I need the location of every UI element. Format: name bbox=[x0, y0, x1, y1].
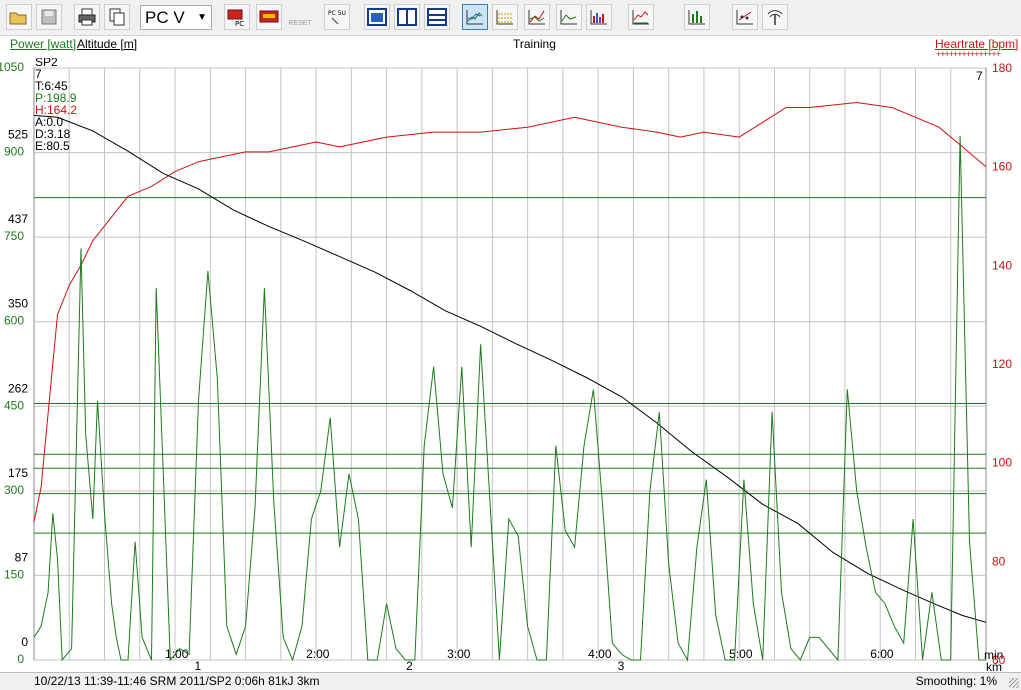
altitude-tick-label: 437 bbox=[8, 212, 28, 226]
stacked-lines-icon bbox=[496, 10, 513, 25]
heartrate-top-label: 7 bbox=[976, 69, 983, 83]
km-tick-label: 3 bbox=[618, 659, 625, 672]
download-pc-icon: PC bbox=[227, 9, 244, 27]
altitude-tick-label: 87 bbox=[15, 550, 29, 564]
pc5-button[interactable]: PC 5U bbox=[324, 4, 350, 30]
altitude-tick-label: 0 bbox=[21, 635, 28, 649]
power-axis-label[interactable]: Power [watt] bbox=[10, 37, 76, 51]
heartrate-tick-label: 140 bbox=[992, 258, 1012, 272]
window-split-horizontal-icon bbox=[427, 8, 447, 26]
multi-line-chart-icon bbox=[528, 10, 545, 25]
zone-chart-icon bbox=[632, 10, 649, 25]
reset-label: RESET bbox=[288, 19, 312, 27]
time-tick-label: 5:00 bbox=[729, 647, 753, 661]
heartrate-tick-label: 100 bbox=[992, 456, 1012, 470]
single-line-chart-icon bbox=[560, 10, 577, 25]
copy-pages-icon bbox=[109, 8, 125, 26]
power-tick-label: 900 bbox=[4, 145, 24, 159]
km-tick-label: 1 bbox=[195, 659, 202, 672]
power-tick-label: 750 bbox=[4, 229, 24, 243]
svg-text:PC 5U: PC 5U bbox=[328, 10, 346, 17]
distance-axis-unit: km bbox=[986, 660, 1002, 672]
open-folder-button[interactable] bbox=[6, 4, 32, 30]
status-summary: 10/22/13 11:39-11:46 SRM 2011/SP2 0:06h … bbox=[34, 674, 320, 688]
plot-area bbox=[33, 67, 987, 661]
bar-chart-icon bbox=[688, 10, 705, 25]
heartrate-tick-label: 180 bbox=[992, 61, 1012, 75]
device-select-value: PC V bbox=[145, 8, 185, 27]
view-single-button[interactable] bbox=[364, 4, 390, 30]
line-chart-icon bbox=[466, 10, 483, 25]
km-tick-label: 2 bbox=[406, 659, 413, 672]
power-tick-label: 150 bbox=[4, 567, 24, 581]
view-split-vertical-button[interactable] bbox=[394, 4, 420, 30]
altitude-axis-label[interactable]: Altitude [m] bbox=[77, 37, 137, 51]
altitude-tick-label: 262 bbox=[8, 381, 28, 395]
heartrate-tick-label: 160 bbox=[992, 160, 1012, 174]
histogram-view-button[interactable] bbox=[586, 4, 612, 30]
single-line-view-button[interactable] bbox=[556, 4, 582, 30]
antenna-icon bbox=[767, 10, 783, 25]
window-split-vertical-icon bbox=[397, 8, 417, 26]
reset-button[interactable]: RESET bbox=[287, 4, 313, 30]
download-pc-button[interactable]: PC bbox=[224, 4, 250, 30]
statistics-button[interactable] bbox=[732, 4, 758, 30]
time-tick-label: 6:00 bbox=[870, 647, 894, 661]
window-single-icon bbox=[367, 8, 387, 26]
copy-button[interactable] bbox=[104, 4, 130, 30]
wireless-button[interactable] bbox=[762, 4, 788, 30]
print-button[interactable] bbox=[74, 4, 100, 30]
stacked-lines-view-button[interactable] bbox=[492, 4, 518, 30]
power-tick-label: 300 bbox=[4, 483, 24, 497]
histogram-icon bbox=[590, 10, 607, 25]
altitude-tick-label: 525 bbox=[8, 128, 28, 142]
time-tick-label: 2:00 bbox=[306, 647, 330, 661]
altitude-tick-label: 175 bbox=[8, 466, 28, 480]
time-tick-label: 3:00 bbox=[447, 647, 471, 661]
resize-grip-icon[interactable] bbox=[1009, 678, 1019, 688]
toolbar: PC V ▼ PC RESET PC 5U bbox=[0, 0, 1021, 36]
pc5-icon: PC 5U bbox=[328, 10, 346, 25]
zone-chart-button[interactable] bbox=[628, 4, 654, 30]
device-select[interactable]: PC V ▼ bbox=[140, 5, 212, 30]
training-chart[interactable]: 0087150175300262450350600437750525900612… bbox=[0, 58, 1021, 672]
folder-open-icon bbox=[9, 12, 27, 25]
trend-scatter-icon bbox=[736, 10, 753, 25]
chart-title: Training bbox=[513, 37, 556, 51]
floppy-disk-icon bbox=[41, 9, 57, 25]
power-tick-label: 1050 bbox=[0, 60, 24, 74]
power-tick-label: 0 bbox=[17, 652, 24, 666]
device-settings-button[interactable] bbox=[256, 4, 282, 30]
power-tick-label: 600 bbox=[4, 314, 24, 328]
smoothing-status: Smoothing: 1% bbox=[915, 674, 997, 688]
heartrate-tick-label: 80 bbox=[992, 554, 1006, 568]
time-tick-label: 1:00 bbox=[165, 647, 189, 661]
bar-chart-button[interactable] bbox=[684, 4, 710, 30]
chart-header: Power [watt] Altitude [m] Training Heart… bbox=[0, 36, 1021, 59]
line-chart-view-button[interactable] bbox=[462, 4, 488, 30]
svg-text:PC: PC bbox=[235, 20, 244, 27]
heartrate-tick-label: 120 bbox=[992, 357, 1012, 371]
device-settings-icon bbox=[259, 10, 279, 23]
time-tick-label: 4:00 bbox=[588, 647, 612, 661]
save-button[interactable] bbox=[36, 4, 62, 30]
multi-line-view-button[interactable] bbox=[524, 4, 550, 30]
printer-icon bbox=[78, 8, 96, 26]
altitude-tick-label: 350 bbox=[8, 297, 28, 311]
status-bar: 10/22/13 11:39-11:46 SRM 2011/SP2 0:06h … bbox=[0, 672, 1021, 690]
view-split-horizontal-button[interactable] bbox=[424, 4, 450, 30]
power-tick-label: 450 bbox=[4, 398, 24, 412]
info-line: E:80.5 bbox=[35, 139, 70, 153]
chevron-down-icon: ▼ bbox=[197, 12, 207, 23]
